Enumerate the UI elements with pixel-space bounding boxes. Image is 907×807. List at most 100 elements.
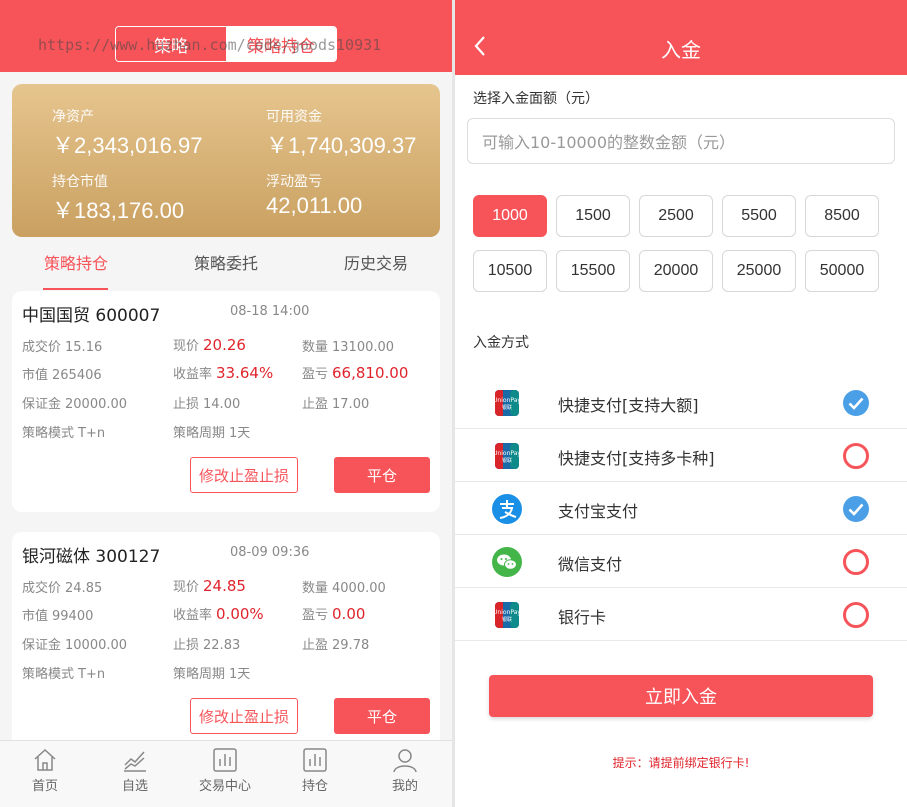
payment-method-quick-large[interactable]: UnionPay 银联 快捷支付[支持大额]	[455, 377, 907, 429]
amount-section-label: 选择入金面额（元）	[473, 91, 599, 107]
tab-orders[interactable]: 策略委托	[194, 250, 258, 274]
current-price: 现价 24.85	[173, 577, 246, 595]
position-market-value: 持仓市值 ￥183,176.00	[52, 171, 184, 225]
available-funds-label: 可用资金	[266, 109, 322, 125]
amount-input[interactable]: 可输入10-10000的整数金额（元）	[467, 118, 895, 164]
unchecked-icon[interactable]	[842, 601, 870, 629]
top-bar: 策略 策略持仓 https://www.huzhan.com/code/good…	[0, 0, 452, 72]
payment-method-bank-card[interactable]: UnionPay 银联 银行卡	[455, 589, 907, 641]
unionpay-icon: UnionPay银联	[493, 602, 521, 628]
active-tab-indicator	[43, 288, 108, 290]
strategy-mode: 策略模式 T+n	[22, 426, 106, 441]
svg-text:银联: 银联	[502, 404, 512, 411]
amount-option[interactable]: 10500	[473, 250, 547, 292]
checked-icon[interactable]	[842, 389, 870, 417]
amount-option[interactable]: 5500	[722, 195, 796, 237]
payment-method-label: 微信支付	[558, 555, 623, 574]
margin: 保证金 20000.00	[22, 397, 128, 412]
amount-option[interactable]: 50000	[805, 250, 879, 292]
payment-method-label: 快捷支付[支持多卡种]	[558, 449, 715, 468]
modify-stop-button[interactable]: 修改止盈止损	[190, 698, 298, 734]
nav-home[interactable]: 首页	[0, 747, 90, 794]
unchecked-icon[interactable]	[842, 442, 870, 470]
stock-name: 银河磁体 300127	[22, 547, 161, 567]
profit-loss: 盈亏 66,810.00	[302, 364, 409, 382]
checked-icon[interactable]	[842, 495, 870, 523]
trend-chart-icon	[124, 751, 146, 772]
payment-method-alipay[interactable]: 支付宝支付	[455, 483, 907, 535]
amount-option[interactable]: 1500	[556, 195, 630, 237]
strategy-period: 策略周期 1天	[173, 667, 251, 682]
alipay-icon	[492, 494, 522, 524]
deal-price: 成交价 24.85	[22, 581, 103, 596]
deposit-screen: 入金 选择入金面额（元） 可输入10-10000的整数金额（元） 1000 15…	[455, 0, 907, 807]
home-icon	[34, 748, 56, 771]
close-position-button[interactable]: 平仓	[334, 457, 430, 493]
position-card: 银河磁体 300127 08-09 09:36 成交价 24.85 现价 24.85…	[12, 532, 440, 753]
position-market-value-label: 持仓市值	[52, 174, 108, 190]
amount-option[interactable]: 8500	[805, 195, 879, 237]
svg-text:UnionPay: UnionPay	[493, 450, 521, 457]
strategy-mode: 策略模式 T+n	[22, 667, 106, 682]
payment-method-quick-multi[interactable]: UnionPay 银联 快捷支付[支持多卡种]	[455, 430, 907, 482]
payment-method-wechat[interactable]: 微信支付	[455, 536, 907, 588]
current-price: 现价 20.26	[173, 336, 246, 354]
nav-holdings[interactable]: 持仓	[270, 747, 360, 794]
amount-option[interactable]: 2500	[639, 195, 713, 237]
method-section-label: 入金方式	[473, 335, 529, 351]
amount-option[interactable]: 15500	[556, 250, 630, 292]
segment-holdings[interactable]: 策略持仓	[226, 27, 336, 61]
payment-method-label: 支付宝支付	[558, 502, 639, 521]
take-profit: 止盈 17.00	[302, 397, 370, 412]
svg-text:UnionPay: UnionPay	[493, 609, 521, 616]
close-position-button[interactable]: 平仓	[334, 698, 430, 734]
nav-trading-center[interactable]: 交易中心	[180, 747, 270, 794]
yield-rate: 收益率 33.64%	[173, 364, 274, 382]
nav-watchlist[interactable]: 自选	[90, 747, 180, 794]
floating-pl-value: 42,011.00	[266, 193, 363, 218]
nav-holdings-label: 持仓	[301, 779, 328, 794]
quantity: 数量 13100.00	[302, 340, 395, 355]
margin: 保证金 10000.00	[22, 638, 128, 653]
payment-method-label: 银行卡	[558, 608, 607, 627]
positions-screen: 策略 策略持仓 https://www.huzhan.com/code/good…	[0, 0, 452, 807]
amount-option[interactable]: 25000	[722, 250, 796, 292]
unchecked-icon[interactable]	[842, 548, 870, 576]
page-title: 入金	[661, 38, 701, 62]
market-value: 市值 265406	[22, 368, 102, 383]
strategy-period: 策略周期 1天	[173, 426, 251, 441]
tab-history[interactable]: 历史交易	[344, 250, 408, 274]
net-assets-value: ￥2,343,016.97	[52, 133, 203, 158]
open-time: 08-09 09:36	[230, 545, 310, 560]
open-time: 08-18 14:00	[230, 304, 310, 319]
stop-loss: 止损 22.83	[173, 638, 241, 653]
position-tabs: 策略持仓 策略委托 历史交易	[0, 250, 452, 290]
stop-loss: 止损 14.00	[173, 397, 241, 412]
user-icon	[393, 749, 417, 773]
floating-pl-label: 浮动盈亏	[266, 174, 322, 190]
deposit-now-button[interactable]: 立即入金	[489, 675, 873, 717]
tab-holdings[interactable]: 策略持仓	[44, 250, 108, 274]
svg-text:银联: 银联	[502, 616, 512, 623]
yield-rate: 收益率 0.00%	[173, 605, 264, 623]
bar-chart-icon	[213, 748, 237, 772]
floating-pl: 浮动盈亏 42,011.00	[266, 171, 362, 219]
net-assets-label: 净资产	[52, 109, 94, 125]
nav-home-label: 首页	[31, 779, 58, 794]
amount-option[interactable]: 1000	[473, 195, 547, 237]
modify-stop-button[interactable]: 修改止盈止损	[190, 457, 298, 493]
quantity: 数量 4000.00	[302, 581, 386, 596]
amount-option[interactable]: 20000	[639, 250, 713, 292]
bar-chart-icon	[303, 748, 327, 772]
segment-control: 策略 策略持仓	[115, 26, 337, 62]
svg-text:银联: 银联	[502, 457, 512, 464]
position-market-value-value: ￥183,176.00	[52, 198, 185, 223]
nav-profile[interactable]: 我的	[360, 747, 450, 794]
available-funds: 可用资金 ￥1,740,309.37	[266, 106, 416, 160]
segment-strategy[interactable]: 策略	[116, 27, 226, 61]
take-profit: 止盈 29.78	[302, 638, 370, 653]
market-value: 市值 99400	[22, 609, 94, 624]
net-assets: 净资产 ￥2,343,016.97	[52, 106, 202, 160]
asset-summary-card: 净资产 ￥2,343,016.97 可用资金 ￥1,740,309.37 持仓市…	[12, 84, 440, 237]
svg-text:UnionPay: UnionPay	[493, 397, 521, 404]
